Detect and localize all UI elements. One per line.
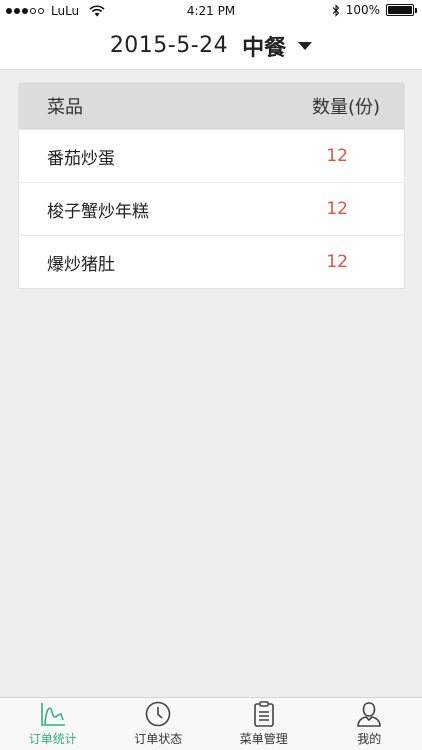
dish-quantity: 12 bbox=[326, 252, 348, 272]
tab-profile[interactable]: 我的 bbox=[317, 698, 422, 750]
dish-name: 梭子蟹炒年糕 bbox=[47, 201, 149, 222]
table-row[interactable]: 番茄炒蛋 12 bbox=[19, 129, 404, 182]
status-bar: LuLu 4:21 PM 100% bbox=[0, 0, 422, 22]
tab-label: 订单统计 bbox=[28, 732, 77, 746]
bluetooth-icon bbox=[332, 3, 339, 17]
battery-icon bbox=[386, 4, 417, 16]
column-header-dish: 菜品 bbox=[47, 97, 83, 118]
chart-icon bbox=[40, 703, 65, 726]
tab-label: 菜单管理 bbox=[239, 732, 288, 746]
dish-name: 番茄炒蛋 bbox=[47, 148, 115, 169]
dish-name: 爆炒猪肚 bbox=[47, 254, 115, 275]
table-header: 菜品 数量(份) bbox=[19, 83, 404, 129]
dish-quantity: 12 bbox=[326, 199, 348, 219]
status-right: 100% bbox=[332, 3, 417, 17]
tab-label: 我的 bbox=[357, 732, 382, 746]
order-stats-table: 菜品 数量(份) 番茄炒蛋 12 梭子蟹炒年糕 12 爆炒猪肚 12 bbox=[18, 82, 405, 289]
dish-quantity: 12 bbox=[326, 146, 348, 166]
tab-label: 订单状态 bbox=[134, 732, 183, 746]
table-row[interactable]: 梭子蟹炒年糕 12 bbox=[19, 182, 404, 235]
tab-bar: 订单统计 订单状态 菜单管理 我的 bbox=[0, 697, 422, 750]
battery-fill bbox=[388, 6, 412, 14]
user-icon bbox=[357, 702, 382, 727]
caret-down-icon[interactable] bbox=[298, 41, 313, 50]
date-label: 2015-5-24 bbox=[109, 33, 229, 58]
tab-order-stats[interactable]: 订单统计 bbox=[0, 698, 106, 750]
clock-icon bbox=[145, 701, 171, 727]
table-row[interactable]: 爆炒猪肚 12 bbox=[19, 235, 404, 288]
battery-percent: 100% bbox=[345, 3, 380, 17]
date-meal-selector[interactable]: 2015-5-24 中餐 bbox=[0, 22, 422, 70]
column-header-quantity: 数量(份) bbox=[311, 97, 380, 118]
tab-menu-management[interactable]: 菜单管理 bbox=[211, 698, 317, 750]
meal-label: 中餐 bbox=[242, 35, 287, 61]
clipboard-icon bbox=[253, 701, 274, 727]
tab-order-status[interactable]: 订单状态 bbox=[106, 698, 212, 750]
